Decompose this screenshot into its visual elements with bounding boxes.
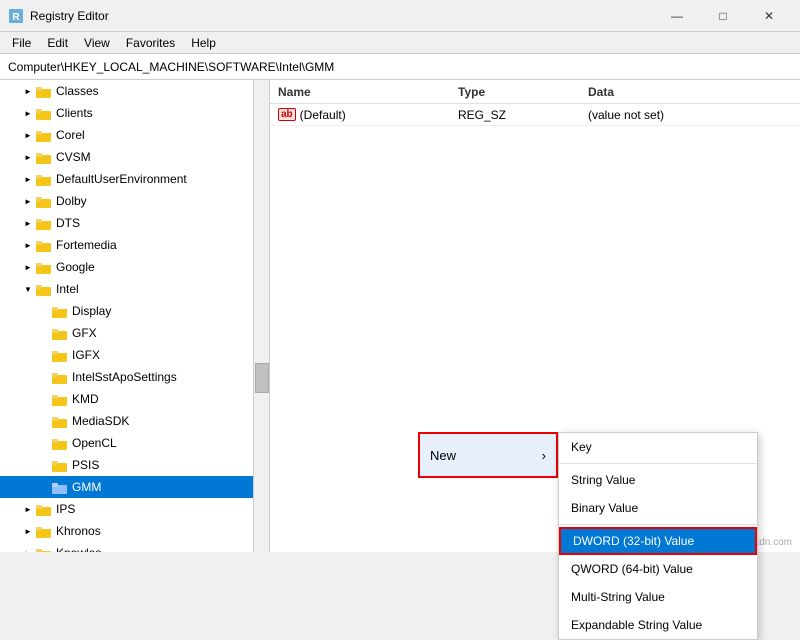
context-menu-overlay: New › Key String Value Binary Value DWOR… [0, 80, 800, 552]
svg-text:R: R [12, 12, 20, 23]
submenu-binary-value[interactable]: Binary Value [559, 494, 757, 522]
new-arrow: › [542, 448, 546, 463]
submenu: Key String Value Binary Value DWORD (32-… [558, 432, 758, 640]
address-path: Computer\HKEY_LOCAL_MACHINE\SOFTWARE\Int… [8, 60, 334, 74]
new-menu-item[interactable]: New › [418, 432, 558, 478]
maximize-button[interactable]: □ [700, 0, 746, 32]
submenu-divider-1 [559, 463, 757, 464]
submenu-multi-string[interactable]: Multi-String Value [559, 583, 757, 611]
menu-bar: FileEditViewFavoritesHelp [0, 32, 800, 54]
window-controls: — □ ✕ [654, 0, 792, 32]
minimize-button[interactable]: — [654, 0, 700, 32]
submenu-divider-2 [559, 524, 757, 525]
menu-item-edit[interactable]: Edit [39, 32, 76, 53]
menu-item-help[interactable]: Help [183, 32, 224, 53]
title-bar: R Registry Editor — □ ✕ [0, 0, 800, 32]
menu-item-view[interactable]: View [76, 32, 118, 53]
address-bar: Computer\HKEY_LOCAL_MACHINE\SOFTWARE\Int… [0, 54, 800, 80]
submenu-dword-value[interactable]: DWORD (32-bit) Value [559, 527, 757, 555]
submenu-qword-value[interactable]: QWORD (64-bit) Value [559, 555, 757, 583]
submenu-expandable-string[interactable]: Expandable String Value [559, 611, 757, 639]
submenu-string-value[interactable]: String Value [559, 466, 757, 494]
window-title: Registry Editor [30, 9, 109, 23]
close-button[interactable]: ✕ [746, 0, 792, 32]
main-content: ► Classes► Clients► Corel► CVSM► Default… [0, 80, 800, 552]
submenu-key[interactable]: Key [559, 433, 757, 461]
menu-item-file[interactable]: File [4, 32, 39, 53]
app-icon: R [8, 8, 24, 24]
menu-item-favorites[interactable]: Favorites [118, 32, 183, 53]
new-label: New [430, 448, 456, 463]
